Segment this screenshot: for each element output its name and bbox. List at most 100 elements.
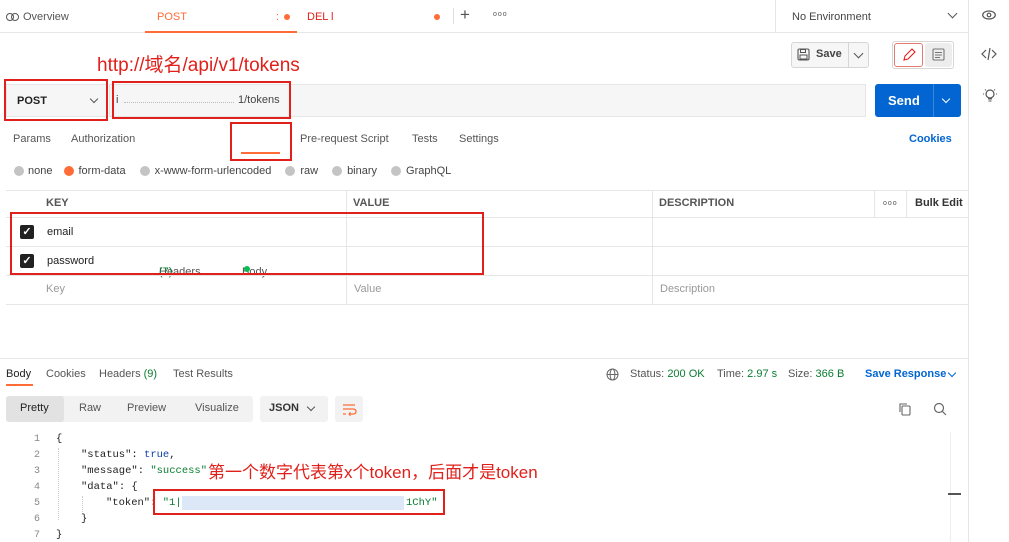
- response-time: Time: 2.97 s: [717, 368, 777, 380]
- indent-guide: [58, 448, 59, 520]
- json-value-message: "success": [150, 465, 208, 477]
- add-tab-icon[interactable]: +: [460, 5, 470, 25]
- body-type-urlencoded[interactable]: x-www-form-urlencoded: [155, 165, 272, 177]
- url-highlight-box: [112, 81, 291, 119]
- radio-form-data[interactable]: [64, 166, 75, 176]
- save-response-button[interactable]: Save Response: [865, 368, 946, 380]
- status-label: Status:: [630, 368, 665, 380]
- pencil-icon: [903, 48, 916, 61]
- chevron-down-icon: [306, 402, 316, 412]
- radio-none[interactable]: [14, 166, 24, 176]
- send-divider: [933, 84, 934, 117]
- radio-urlencoded[interactable]: [139, 166, 150, 176]
- unsaved-dot-icon: [434, 13, 440, 20]
- response-divider: [0, 358, 968, 359]
- response-body-indicator: [6, 384, 33, 386]
- time-value: 2.97 s: [747, 368, 778, 380]
- tab-settings[interactable]: Settings: [459, 133, 499, 145]
- send-button[interactable]: Send: [875, 84, 961, 117]
- table-column-border: [906, 190, 907, 218]
- active-tab-indicator: [145, 31, 297, 33]
- chevron-down-icon[interactable]: [947, 368, 957, 378]
- unsaved-dot-icon: [284, 13, 290, 20]
- chevron-down-icon[interactable]: [941, 94, 951, 104]
- more-tabs-icon[interactable]: ooo: [493, 11, 508, 18]
- body-type-raw[interactable]: raw: [300, 165, 318, 177]
- response-tab-test-results[interactable]: Test Results: [173, 368, 233, 380]
- save-button[interactable]: Save: [816, 48, 842, 60]
- response-tab-headers[interactable]: Headers (9): [99, 368, 157, 380]
- wrap-icon: [343, 404, 357, 417]
- body-type-none[interactable]: none: [28, 165, 52, 177]
- code-line-2: "status": true,: [81, 449, 176, 461]
- line-number: 7: [33, 530, 40, 541]
- tab-delete-request[interactable]: DEL l: [307, 0, 447, 33]
- size-value: 366 B: [815, 368, 845, 380]
- tab-del-label: DEL l: [307, 10, 334, 23]
- tab-overview[interactable]: Overview: [6, 0, 69, 33]
- body-type-binary[interactable]: binary: [347, 165, 377, 177]
- line-number: 4: [33, 482, 40, 493]
- table-more-icon[interactable]: ooo: [883, 200, 898, 207]
- tab-authorization[interactable]: Authorization: [71, 133, 135, 145]
- tab-divider: [453, 8, 454, 24]
- response-headers-label: Headers: [99, 368, 141, 380]
- tab-params[interactable]: Params: [13, 133, 51, 145]
- tab-post-suffix: :: [276, 10, 280, 23]
- response-tab-cookies[interactable]: Cookies: [46, 368, 86, 380]
- token-highlight-box: [153, 489, 445, 515]
- edit-mode-button[interactable]: [894, 43, 923, 67]
- format-select[interactable]: JSON: [260, 396, 328, 422]
- radio-binary[interactable]: [332, 166, 343, 176]
- view-raw-button[interactable]: Raw: [79, 402, 101, 414]
- view-visualize-button[interactable]: Visualize: [195, 402, 239, 414]
- json-key-token: "token": [106, 497, 151, 509]
- save-divider: [848, 43, 849, 67]
- tab-post-request[interactable]: POST :: [157, 0, 295, 33]
- globe-icon: [606, 368, 619, 381]
- indent-guide: [82, 496, 83, 512]
- copy-icon[interactable]: [898, 402, 912, 416]
- bulk-edit-button[interactable]: Bulk Edit: [915, 197, 963, 209]
- response-size: Size: 366 B: [788, 368, 844, 380]
- environment-label: No Environment: [792, 10, 871, 23]
- response-tab-body[interactable]: Body: [6, 368, 31, 380]
- save-icon: [797, 48, 811, 62]
- line-number: 6: [33, 514, 40, 525]
- wrap-lines-button[interactable]: [335, 396, 363, 422]
- right-sidebar: [968, 0, 1009, 542]
- lightbulb-icon[interactable]: [983, 88, 997, 104]
- eye-icon[interactable]: [982, 9, 996, 20]
- description-placeholder[interactable]: Description: [660, 283, 715, 295]
- code-icon[interactable]: [981, 47, 997, 61]
- document-icon: [932, 48, 945, 61]
- format-label: JSON: [269, 402, 299, 414]
- view-pretty-label: Pretty: [20, 402, 49, 414]
- json-data-open-brace: {: [131, 481, 138, 493]
- value-placeholder[interactable]: Value: [354, 283, 381, 295]
- key-placeholder[interactable]: Key: [46, 283, 65, 295]
- cookies-link[interactable]: Cookies: [909, 133, 952, 145]
- response-scrollbar-thumb[interactable]: [948, 493, 961, 495]
- docs-mode-button[interactable]: [925, 43, 952, 67]
- tab-pre-request-script[interactable]: Pre-request Script: [300, 133, 389, 145]
- body-type-form-data[interactable]: form-data: [78, 165, 125, 177]
- response-scrollbar-track: [950, 432, 951, 542]
- table-column-border: [874, 190, 875, 218]
- tab-tests[interactable]: Tests: [412, 133, 438, 145]
- json-value-status: true: [144, 449, 170, 461]
- tab-overview-label: Overview: [23, 10, 69, 23]
- radio-raw[interactable]: [285, 166, 296, 176]
- json-key-message: "message": [81, 465, 138, 477]
- environment-selector[interactable]: No Environment: [775, 0, 968, 33]
- tab-method-label: POST: [157, 10, 187, 23]
- radio-graphql[interactable]: [391, 166, 402, 176]
- search-icon[interactable]: [933, 402, 947, 416]
- table-row-border: [6, 304, 968, 305]
- view-preview-button[interactable]: Preview: [127, 402, 166, 414]
- body-type-graphql[interactable]: GraphQL: [406, 165, 451, 177]
- table-rows-highlight-box: [10, 212, 484, 275]
- annotation-token: 第一个数字代表第x个token，后面才是token: [208, 463, 538, 482]
- body-type-selector: none form-data x-www-form-urlencoded raw…: [14, 165, 451, 177]
- column-header-description: DESCRIPTION: [659, 197, 735, 209]
